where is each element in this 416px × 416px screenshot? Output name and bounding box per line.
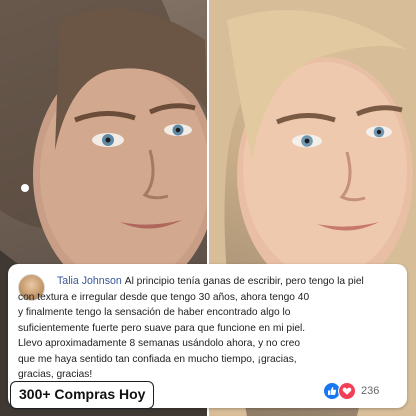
reaction-count: 236 xyxy=(361,385,380,397)
purchases-badge[interactable]: 300+ Compras Hoy xyxy=(10,381,155,409)
review-line: y finalmente tengo la sensación de haber… xyxy=(18,307,291,318)
review-author[interactable]: Talia Johnson xyxy=(57,275,122,287)
heart-icon xyxy=(338,382,356,400)
review-line: Al principio tenía ganas de escribir, pe… xyxy=(124,276,364,287)
review-line: con textura e irregular desde que tengo … xyxy=(18,291,310,303)
review-line: Llevo aproximadamente 8 semanas usándolo… xyxy=(18,338,301,349)
review-text: Talia Johnson Al principio tenía ganas de… xyxy=(18,274,397,383)
review-line: que me haya sentido tan confiada en much… xyxy=(18,353,297,365)
review-line: suficientemente fuerte pero suave para q… xyxy=(18,322,306,334)
reactions-bar[interactable]: 236 xyxy=(323,381,379,401)
